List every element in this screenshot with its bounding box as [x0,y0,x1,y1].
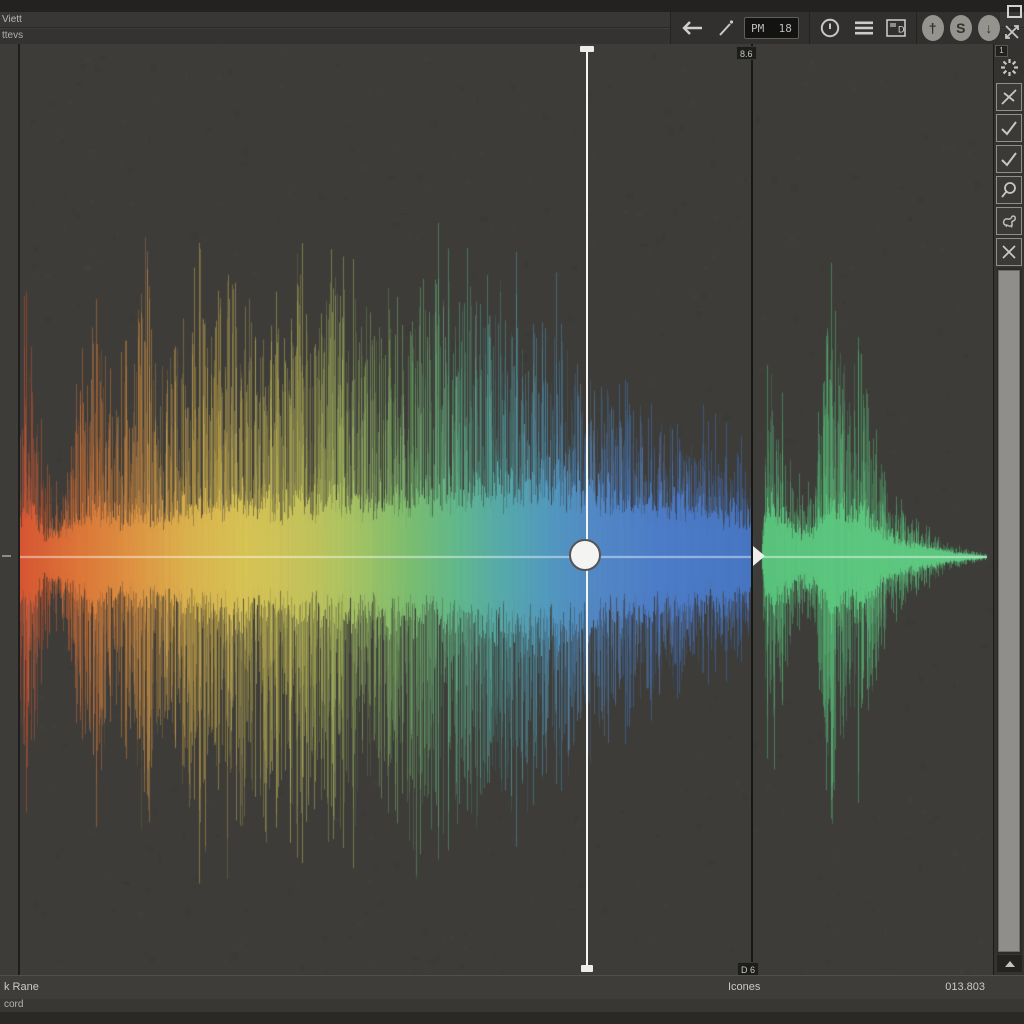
region-marker-line[interactable] [751,44,753,975]
window-top-strip [0,0,1024,12]
scrollbar-thumb[interactable] [998,270,1020,952]
status-left-text: k Rane [4,976,39,999]
status-position-readout: 013.803 [945,976,985,999]
zoom-tool-button[interactable] [996,176,1022,204]
menu-button[interactable] [854,20,874,36]
marker-tool-button[interactable]: † [922,15,944,41]
check-icon-2 [1000,151,1018,167]
center-axis-tick [2,555,11,557]
time-display-label: PM [751,22,764,35]
close-icon [1000,243,1018,261]
marker-tool-glyph: † [929,20,937,36]
scrollbar-end-button[interactable] [997,955,1022,972]
scribble-icon [1000,212,1018,230]
marker-top-label: 8.6 [736,46,757,60]
status-bar-secondary: cord [0,999,1024,1012]
playhead-top-handle[interactable] [580,46,594,52]
playhead-line[interactable] [586,50,588,970]
clipboard-icon: D [885,18,907,38]
menu-label-1[interactable]: Viett [2,14,22,25]
playhead-circle-handle[interactable] [569,539,601,571]
scribble-tool-button[interactable] [996,207,1022,235]
marker-handle[interactable] [753,546,765,566]
sparkle-icon [999,57,1020,78]
download-tool-glyph: ↓ [985,20,992,36]
toolbar-separator-2 [916,12,917,44]
confirm-tool-button[interactable] [996,114,1022,142]
status-center-text: Icones [728,976,760,999]
status-secondary-text: cord [4,999,23,1011]
back-arrow-icon [680,19,704,37]
time-display[interactable]: PM 18 [744,17,799,39]
clock-icon [819,17,841,39]
waveform-canvas[interactable] [20,44,993,975]
audio-editor-window: Viett ttevs PM 18 [0,0,1024,1024]
toolbar: PM 18 D † [670,12,1000,44]
cut-tool-button[interactable] [996,83,1022,111]
panel-count-badge: 1 [995,45,1008,57]
magnifier-icon [1000,181,1018,199]
confirm-tool-button-2[interactable] [996,145,1022,173]
left-gutter [0,44,20,975]
window-bottom-strip [0,1012,1024,1024]
resize-corner-button[interactable] [1004,24,1020,40]
menu-label-2[interactable]: ttevs [2,30,23,41]
up-triangle-icon [1005,961,1015,967]
close-tool-button[interactable] [996,238,1022,266]
shuffle-icon [1004,24,1020,40]
restore-window-icon[interactable] [1007,5,1022,18]
pen-button[interactable] [717,19,735,37]
toolbar-separator [809,12,810,44]
hamburger-icon [854,20,874,36]
snap-tool-button[interactable]: S [950,15,972,41]
marker-bottom-label: D 6 [737,962,759,976]
download-tool-button[interactable]: ↓ [978,15,1000,41]
time-display-value: 18 [779,22,792,35]
right-tool-panel: 1 [993,44,1024,975]
clipboard-letter: D [898,25,905,35]
sparkle-button[interactable] [999,57,1020,78]
snap-tool-glyph: S [956,20,965,36]
pen-icon [717,19,735,37]
status-bar: k Rane Icones 013.803 [0,975,1024,999]
playhead-bottom-handle[interactable] [581,965,593,972]
clipboard-button[interactable]: D [885,18,907,38]
clock-button[interactable] [819,17,841,39]
back-button[interactable] [680,19,704,37]
cut-icon [1000,88,1018,106]
check-icon [1000,120,1018,136]
